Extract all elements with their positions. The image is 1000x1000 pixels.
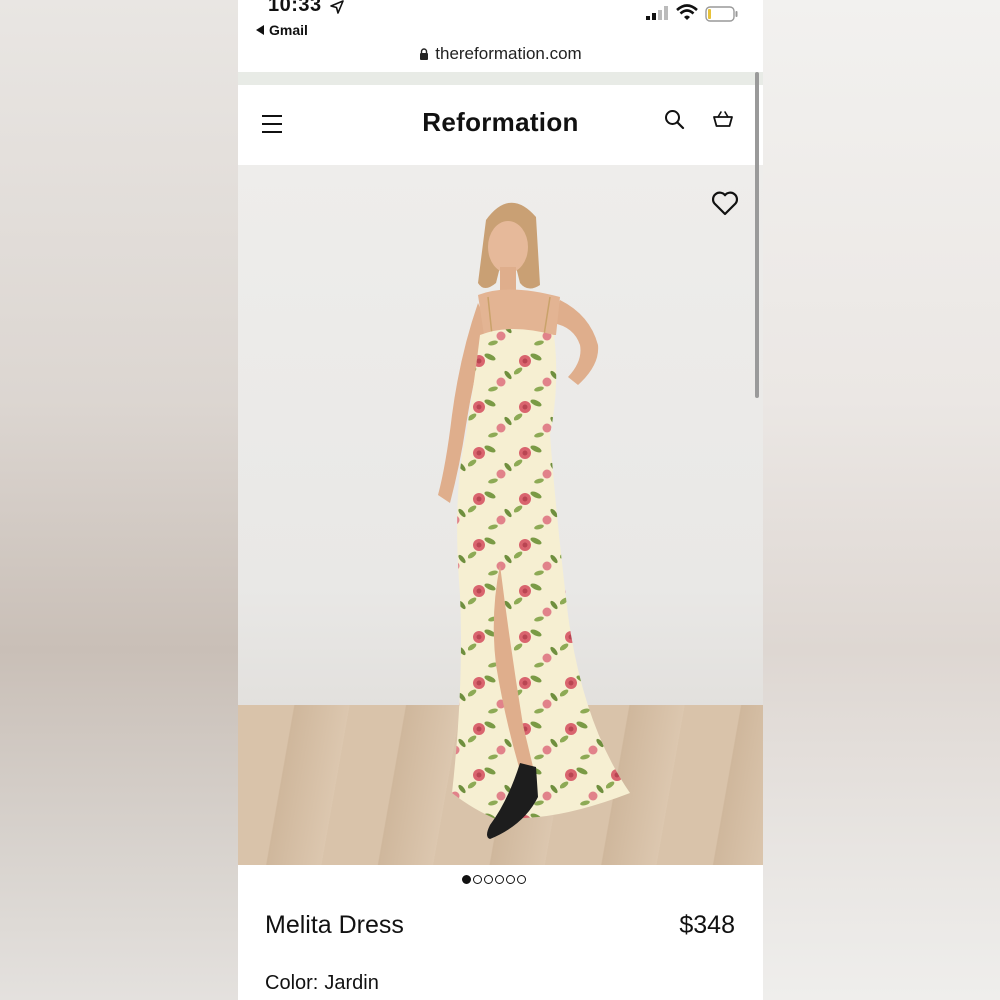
location-arrow-icon (330, 0, 344, 14)
carousel-dot[interactable] (506, 875, 515, 884)
product-price: $348 (679, 911, 735, 939)
background-right (763, 0, 1000, 1000)
color-label: Color: (265, 972, 319, 994)
back-app-label: Gmail (269, 22, 308, 38)
wifi-icon (676, 4, 698, 20)
lock-icon (420, 48, 429, 60)
back-arrow-icon (256, 25, 264, 35)
carousel-dots[interactable] (462, 875, 526, 884)
status-time: 10:33 (268, 0, 322, 16)
product-name: Melita Dress (265, 911, 404, 939)
address-bar[interactable]: thereformation.com (238, 40, 763, 68)
browser-divider (238, 72, 763, 85)
carousel-dot[interactable] (484, 875, 493, 884)
carousel-dot[interactable] (473, 875, 482, 884)
site-header: Reformation (238, 85, 763, 165)
scrollbar[interactable] (755, 72, 759, 398)
url-text: thereformation.com (435, 44, 582, 63)
back-to-gmail-button[interactable]: Gmail (256, 22, 308, 38)
phone-screen: 10:33 Gmail thereformation.com Reformati… (238, 0, 763, 1000)
product-image[interactable] (238, 165, 763, 865)
battery-icon (705, 6, 738, 22)
carousel-dot[interactable] (462, 875, 471, 884)
search-icon[interactable] (664, 109, 686, 131)
color-value: Jardin (324, 972, 379, 994)
cellular-signal-icon (646, 6, 668, 20)
carousel-dot[interactable] (517, 875, 526, 884)
color-selector-label: Color: Jardin (265, 972, 379, 995)
background-left (0, 0, 238, 1000)
carousel-dot[interactable] (495, 875, 504, 884)
model-illustration (438, 202, 630, 839)
shopping-bag-icon[interactable] (712, 110, 734, 128)
heart-icon[interactable] (711, 190, 739, 216)
